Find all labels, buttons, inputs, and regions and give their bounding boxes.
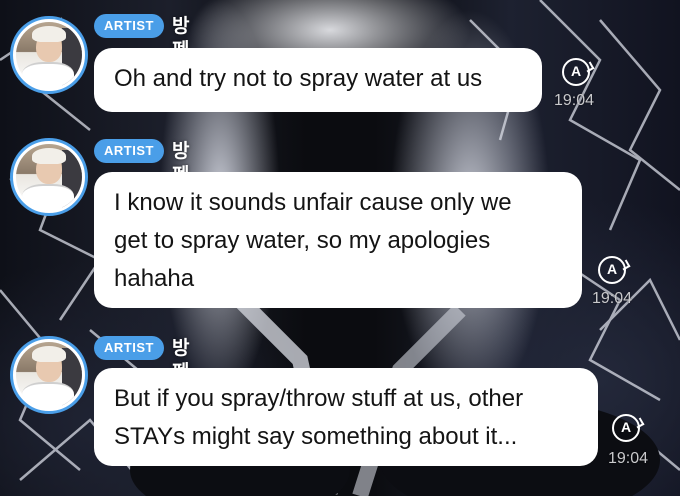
artist-badge: ARTIST — [94, 336, 164, 360]
message-bubble[interactable]: But if you spray/throw stuff at us, othe… — [94, 368, 598, 466]
message-bubble[interactable]: I know it sounds unfair cause only we ge… — [94, 172, 582, 308]
artist-badge: ARTIST — [94, 139, 164, 163]
message-bubble[interactable]: Oh and try not to spray water at us — [94, 48, 542, 112]
avatar[interactable] — [10, 138, 88, 216]
avatar-image — [16, 144, 82, 210]
artist-badge: ARTIST — [94, 14, 164, 38]
message-time: 19:04 — [554, 92, 595, 109]
avatar-image — [16, 342, 82, 408]
avatar[interactable] — [10, 336, 88, 414]
translate-icon[interactable]: A — [562, 58, 590, 86]
translate-icon[interactable]: A — [598, 256, 626, 284]
message-time: 19:04 — [608, 450, 649, 467]
avatar[interactable] — [10, 16, 88, 94]
translate-icon[interactable]: A — [612, 414, 640, 442]
message-time: 19:04 — [592, 290, 633, 307]
avatar-image — [16, 22, 82, 88]
